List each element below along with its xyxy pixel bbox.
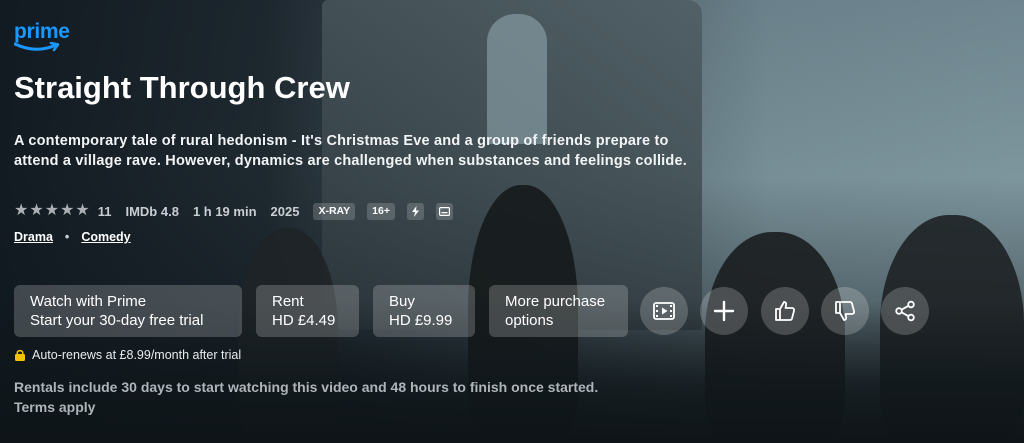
synopsis: A contemporary tale of rural hedonism - …: [14, 133, 687, 169]
watch-button-subtitle: Start your 30-day free trial: [30, 312, 204, 329]
more-options-line2: options: [505, 312, 554, 329]
auto-renew-text: Auto-renews at £8.99/month after trial: [32, 348, 242, 362]
star-icon: ★: [14, 202, 29, 219]
star-icon: ★: [44, 202, 60, 219]
trailer-icon: [653, 302, 675, 320]
imdb-rating: IMDb 4.8: [125, 203, 179, 219]
add-icon: [713, 300, 735, 322]
rentals-info: Rentals include 30 days to start watchin…: [14, 377, 654, 417]
trailer-button[interactable]: [640, 287, 688, 335]
watch-with-prime-button[interactable]: Watch with Prime Start your 30-day free …: [14, 285, 242, 337]
more-purchase-options-button[interactable]: More purchase options: [489, 285, 628, 337]
prime-logo-text: prime: [14, 20, 70, 43]
terms-link[interactable]: Terms apply: [14, 397, 654, 417]
release-year: 2025: [270, 203, 300, 219]
lock-icon: [15, 349, 25, 361]
genre-separator: •: [64, 230, 70, 244]
star-icon: ★: [75, 202, 90, 219]
rent-button-title: Rent: [272, 293, 304, 310]
rent-button[interactable]: Rent HD £4.49: [256, 285, 359, 337]
subtitles-icon: [435, 202, 453, 220]
buy-button-title: Buy: [389, 293, 415, 310]
prime-logo[interactable]: prime: [14, 20, 76, 56]
genre-link-drama[interactable]: Drama: [14, 230, 53, 244]
lightning-icon: [406, 202, 424, 220]
thumbs-down-icon: [835, 301, 856, 321]
star-icon: ★: [60, 202, 75, 219]
dislike-button[interactable]: [821, 287, 869, 335]
rent-button-price: HD £4.49: [272, 312, 336, 329]
genre-link-comedy[interactable]: Comedy: [81, 230, 130, 244]
add-to-watchlist-button[interactable]: [700, 287, 748, 335]
xray-badge: X-RAY: [313, 202, 356, 220]
star-rating[interactable]: ★ ★ ★ ★ ★: [14, 203, 90, 219]
buy-button[interactable]: Buy HD £9.99: [373, 285, 475, 337]
rentals-note: Rentals include 30 days to start watchin…: [14, 379, 599, 395]
page-title: Straight Through Crew: [14, 70, 350, 105]
rating-count: 11: [97, 203, 112, 219]
share-icon: [895, 300, 915, 322]
star-icon: ★: [29, 202, 44, 219]
meta-row: ★ ★ ★ ★ ★ 11 IMDb 4.8 1 h 19 min 2025 X-…: [14, 201, 465, 221]
background-ruin-window: [487, 14, 547, 144]
buy-button-price: HD £9.99: [389, 312, 453, 329]
age-rating-badge: 16+: [367, 202, 395, 220]
more-options-line1: More purchase: [505, 293, 606, 310]
share-button[interactable]: [881, 287, 929, 335]
auto-renew-note: Auto-renews at £8.99/month after trial: [14, 348, 241, 362]
genre-list: Drama • Comedy: [14, 230, 131, 244]
watch-button-title: Watch with Prime: [30, 293, 147, 310]
runtime: 1 h 19 min: [192, 203, 257, 219]
like-button[interactable]: [761, 287, 809, 335]
thumbs-up-icon: [775, 301, 796, 321]
